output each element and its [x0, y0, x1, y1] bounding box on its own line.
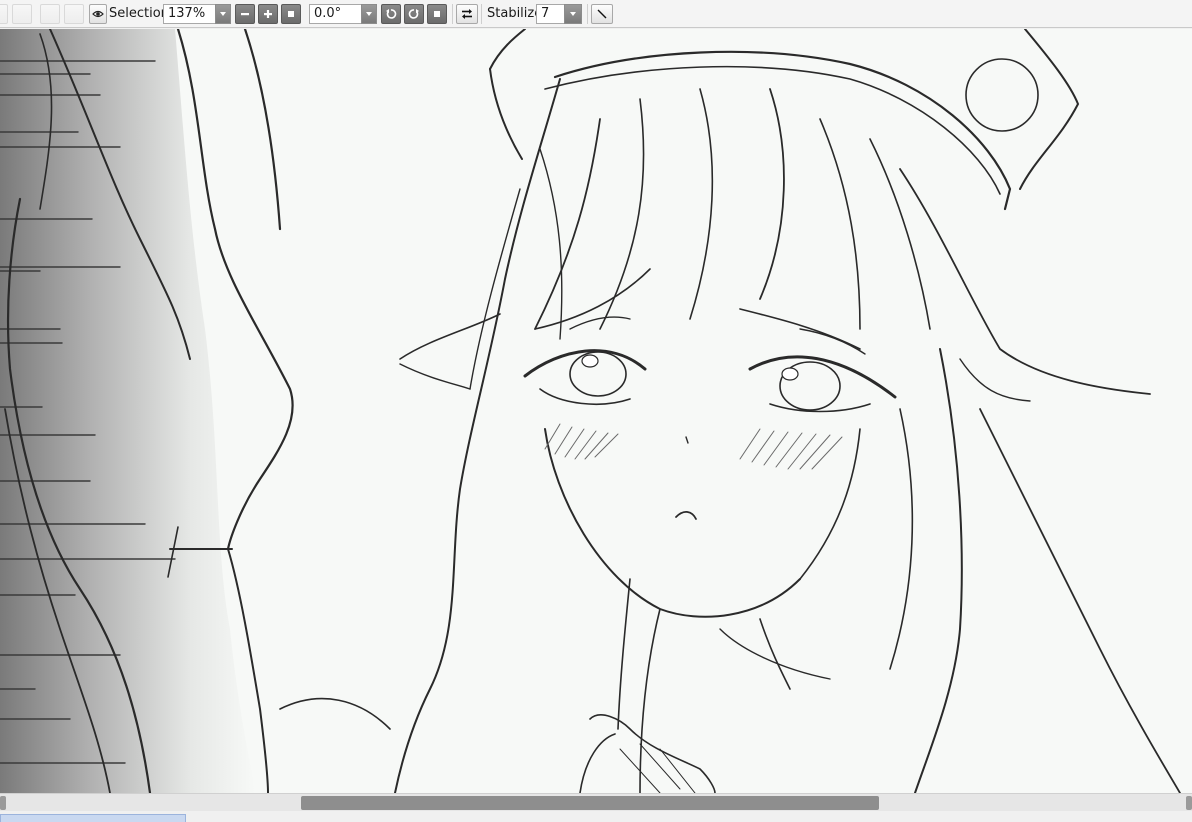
flip-horizontal-button[interactable]: [456, 4, 478, 24]
scrollbar-thumb[interactable]: [301, 796, 879, 810]
toolbar-separator: [481, 4, 482, 24]
rotation-input[interactable]: 0.0°: [309, 4, 362, 24]
plus-icon: [264, 10, 272, 18]
square-icon: [434, 11, 440, 17]
zoom-reset-button[interactable]: [281, 4, 301, 24]
stabilizer-input[interactable]: 7: [536, 4, 565, 24]
rotate-right-icon: [408, 9, 419, 19]
horizontal-scrollbar[interactable]: [0, 793, 1192, 811]
swap-arrows-icon: [462, 9, 472, 19]
square-icon: [288, 11, 294, 17]
invert-selection-button[interactable]: [64, 4, 84, 24]
rotation-dropdown-button[interactable]: [361, 4, 377, 24]
status-bar: [0, 811, 1192, 822]
scroll-right-cap[interactable]: [1186, 796, 1192, 810]
rotate-right-button[interactable]: [404, 4, 424, 24]
zoom-out-button[interactable]: [235, 4, 255, 24]
scroll-left-cap[interactable]: [0, 796, 6, 810]
toolbar-separator: [452, 4, 453, 24]
zoom-dropdown-button[interactable]: [215, 4, 231, 24]
chevron-down-icon: [570, 12, 576, 16]
rotation-reset-button[interactable]: [427, 4, 447, 24]
toolbar-separator: [587, 4, 588, 24]
sketch-artwork: [0, 29, 1181, 793]
deselect-button[interactable]: [40, 4, 60, 24]
zoom-input[interactable]: 137%: [163, 4, 216, 24]
selection-visibility-toggle[interactable]: [89, 4, 107, 24]
undo-button[interactable]: [0, 4, 8, 24]
minus-icon: [241, 13, 249, 16]
eye-icon: [92, 10, 104, 18]
redo-button[interactable]: [12, 4, 32, 24]
selection-label: Selection: [109, 6, 169, 21]
diagonal-line-icon: [597, 9, 607, 19]
chevron-down-icon: [366, 12, 372, 16]
zoom-in-button[interactable]: [258, 4, 278, 24]
foreground-shadow: [0, 29, 255, 793]
stabilizer-dropdown-button[interactable]: [564, 4, 582, 24]
drawing-canvas[interactable]: [0, 29, 1192, 793]
document-tab[interactable]: [0, 814, 186, 822]
chevron-down-icon: [220, 12, 226, 16]
canvas-toolbar: Selection 137% 0.0° Stabilizer 7: [0, 0, 1192, 28]
rotate-left-icon: [386, 9, 397, 19]
straight-line-button[interactable]: [591, 4, 613, 24]
rotate-left-button[interactable]: [381, 4, 401, 24]
